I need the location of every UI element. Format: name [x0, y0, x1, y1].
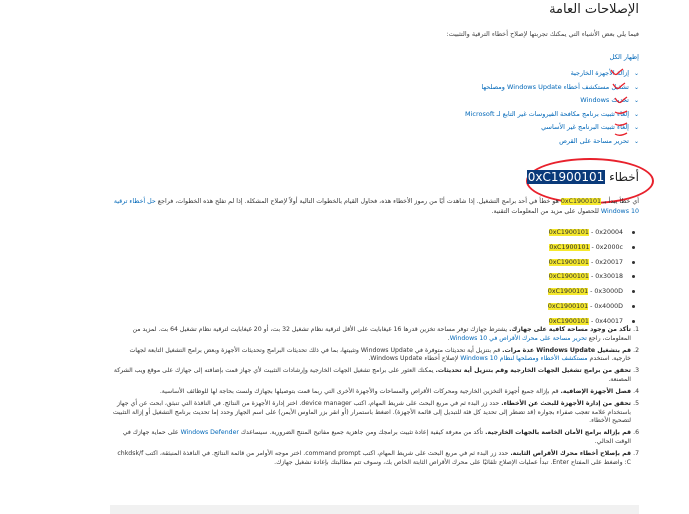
- annotation-checkmark-icon: [610, 68, 624, 76]
- list-item: 0xC1900101 - 0x4000D: [489, 300, 639, 315]
- list-item: 0xC1900101 - 0x20004: [489, 226, 639, 241]
- step-link[interactable]: تحرير مساحة على محرك الأقراص في Windows …: [450, 335, 587, 342]
- fix-label: إلغاء تثبيت برنامج مكافحة الفيروسات غير …: [465, 109, 629, 118]
- selected-error-code: 0xC1900101: [526, 170, 606, 184]
- steps-list: 1. تأكد من وجود مساحة كافية على جهازك. يش…: [110, 326, 639, 471]
- chevron-down-icon: ⌄: [633, 70, 639, 77]
- horizontal-scrollbar[interactable]: [110, 505, 639, 514]
- annotation-checkmark-icon: [614, 122, 628, 126]
- desc-text: أي خطأ يبدأ بـ: [601, 198, 639, 205]
- list-item: 0xC1900101 - 0x30018: [489, 270, 639, 285]
- fix-item-uninstall-antivirus[interactable]: ⌄ إلغاء تثبيت برنامج مكافحة الفيروسات غير…: [379, 108, 639, 122]
- step-item: 5. تحقق من إدارة الأجهزة للبحث عن الأخطاء…: [112, 400, 639, 425]
- error-code-list: 0xC1900101 - 0x20004 0xC1900101 - 0x2000…: [489, 226, 639, 330]
- error-section-title: أخطاء 0xC1900101: [526, 170, 639, 184]
- fix-item-remove-devices[interactable]: ⌄ إزالة الأجهزة الخارجية: [379, 67, 639, 81]
- chevron-down-icon: ⌄: [633, 97, 639, 105]
- expand-all-link[interactable]: إظهار الكل: [610, 53, 639, 61]
- step-item: 1. تأكد من وجود مساحة كافية على جهازك. يش…: [132, 326, 639, 342]
- fix-item-free-space[interactable]: ⌄ تحرير مساحة على القرص: [379, 135, 639, 149]
- list-item: 0xC1900101 - 0x20017: [489, 256, 639, 271]
- step-item: 7. قم بإصلاح أخطاء محرك الأقراص الثابتة. …: [117, 450, 639, 466]
- intro-text: فيما يلي بعض الأشياء التي يمكنك تجربتها …: [446, 30, 639, 38]
- highlighted-code: 0xC1900101: [560, 198, 602, 205]
- page-heading: الإصلاحات العامة: [549, 2, 639, 17]
- step-item: 6. قم بإزالة برامج الأمان الخاصة بالجهات …: [122, 429, 639, 446]
- fix-item-troubleshooter[interactable]: ⌄ تشغيل مستكشف أخطاء Windows Update ومصلح…: [379, 81, 639, 95]
- fix-item-update-windows[interactable]: ⌄ تحديث Windows: [379, 94, 639, 108]
- step-link[interactable]: Windows Defender: [181, 429, 239, 436]
- chevron-down-icon: ⌄: [633, 137, 639, 145]
- fix-item-uninstall-software[interactable]: ⌄ إلغاء تثبيت البرنامج غير الأساسي: [379, 121, 639, 135]
- annotation-checkmark-icon: [614, 132, 628, 136]
- chevron-down-icon: ⌄: [633, 124, 639, 132]
- step-item: 3. تحقق من برامج تشغيل الجهات الخارجية وق…: [113, 367, 639, 383]
- article-page: الإصلاحات العامة فيما يلي بعض الأشياء ال…: [0, 0, 689, 514]
- list-item: 0xC1900101 - 0x3000D: [489, 285, 639, 300]
- error-title-prefix: أخطاء: [609, 170, 639, 184]
- list-item: 0xC1900101 - 0x2000c: [489, 241, 639, 256]
- step-item: 4. فصل الأجهزة الإضافية. قم بإزالة جميع أ…: [159, 388, 639, 396]
- step-item: 2. قم بتشغيل Windows Update عدة مرات. قم …: [129, 346, 639, 363]
- annotation-checkmark-icon: [612, 82, 626, 90]
- fix-list: ⌄ إزالة الأجهزة الخارجية ⌄ تشغيل مستكشف أخ…: [379, 67, 639, 149]
- annotation-checkmark-icon: [614, 110, 628, 114]
- step-link[interactable]: مستكشف الأخطاء ومصلحها لنظام Windows 10: [460, 355, 587, 362]
- desc-text: للحصول على مزيد من المعلومات التقنية.: [491, 207, 601, 215]
- desc-text: هو خطأ في أحد برامج التشغيل. إذا شاهدت أ…: [155, 198, 561, 205]
- error-description: أي خطأ يبدأ بـ 0xC1900101 هو خطأ في أحد …: [110, 197, 639, 216]
- annotation-checkmark-icon: [614, 96, 628, 104]
- chevron-down-icon: ⌄: [633, 83, 639, 91]
- fix-label: تشغيل مستكشف أخطاء Windows Update ومصلحه…: [481, 82, 629, 91]
- chevron-down-icon: ⌄: [633, 110, 639, 118]
